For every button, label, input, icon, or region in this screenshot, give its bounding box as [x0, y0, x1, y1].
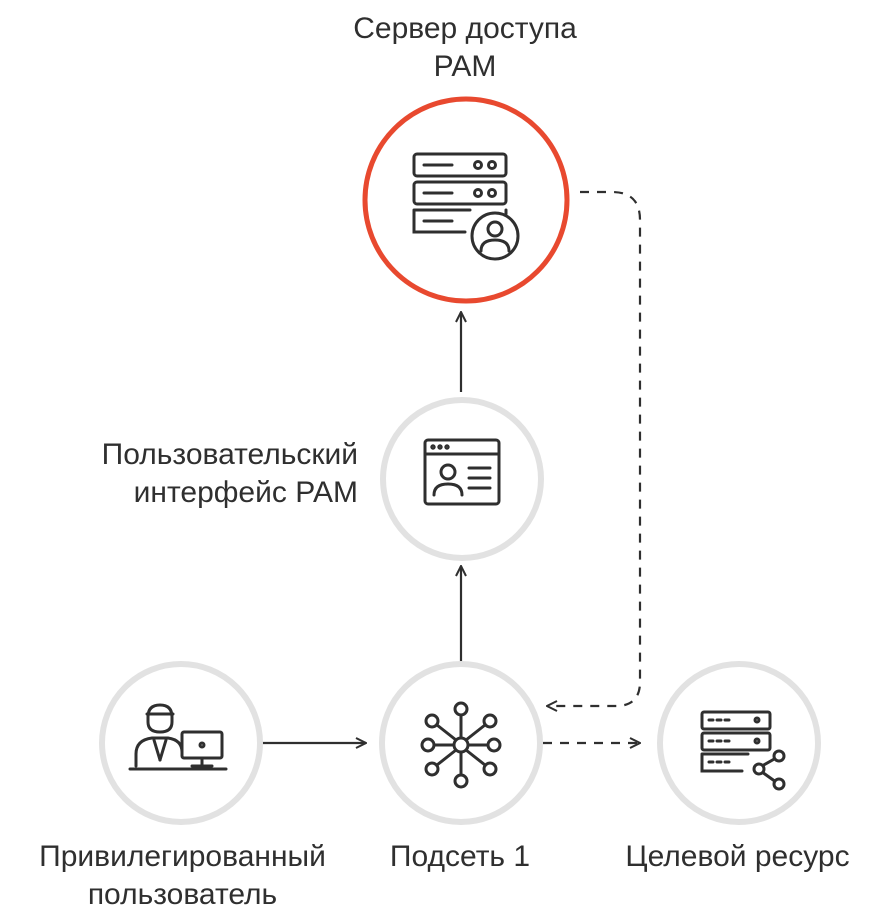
target-resource-ring [657, 661, 821, 825]
target-resource-node [657, 661, 821, 825]
privileged-user-node [99, 661, 263, 825]
subnet-ring [379, 661, 543, 825]
pam-ui-node [380, 397, 544, 561]
arrow-pam-server-to-subnet-dashed [547, 190, 642, 706]
subnet-node [379, 661, 543, 825]
pam-server-ring [362, 96, 570, 304]
pam-server-node [362, 96, 570, 304]
pam-ui-ring [380, 397, 544, 561]
diagram-canvas [99, 96, 821, 825]
